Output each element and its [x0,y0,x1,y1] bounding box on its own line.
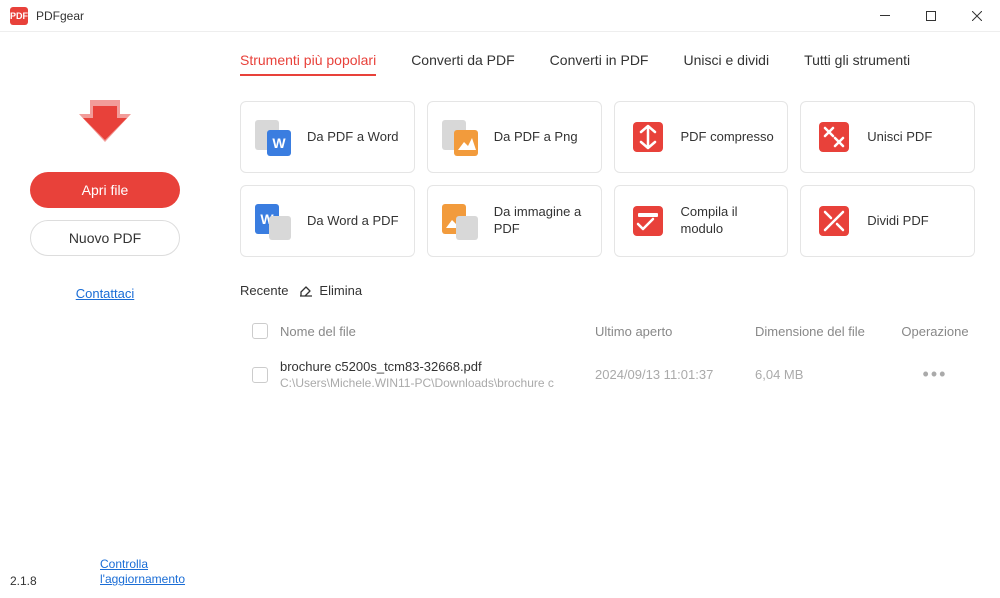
file-size: 6,04 MB [755,367,895,382]
tab-merge-split[interactable]: Unisci e dividi [683,52,769,76]
fill-form-icon [627,200,669,242]
row-checkbox[interactable] [252,367,268,383]
new-pdf-button[interactable]: Nuovo PDF [30,220,180,256]
word-to-pdf-icon: W [253,200,295,242]
version-label: 2.1.8 [10,574,37,588]
contact-link[interactable]: Contattaci [76,286,135,301]
check-update-link[interactable]: Controlla l'aggiornamento [100,557,200,588]
tool-split-pdf[interactable]: Dividi PDF [800,185,975,257]
tab-all-tools[interactable]: Tutti gli strumenti [804,52,910,76]
compress-icon [627,116,669,158]
recent-label: Recente [240,283,288,298]
header-date: Ultimo aperto [595,324,755,339]
tool-label: Da PDF a Png [494,129,578,146]
download-arrow-icon [75,92,135,152]
pdf-to-png-icon [440,116,482,158]
tool-word-to-pdf[interactable]: W Da Word a PDF [240,185,415,257]
recent-header: Recente Elimina [240,282,975,298]
open-file-button[interactable]: Apri file [30,172,180,208]
app-logo: PDF [10,7,28,25]
file-date: 2024/09/13 11:01:37 [595,367,755,382]
header-name: Nome del file [280,324,595,339]
select-all-checkbox[interactable] [252,323,268,339]
tool-merge-pdf[interactable]: Unisci PDF [800,101,975,173]
tool-label: Da PDF a Word [307,129,399,146]
pdf-to-word-icon: W [253,116,295,158]
close-button[interactable] [954,0,1000,32]
file-table: Nome del file Ultimo aperto Dimensione d… [240,313,975,400]
titlebar: PDF PDFgear [0,0,1000,32]
tool-label: Dividi PDF [867,213,928,230]
header-operation: Operazione [895,324,975,339]
tabs: Strumenti più popolari Converti da PDF C… [240,52,975,76]
tool-label: Da immagine a PDF [494,204,589,238]
tool-compress-pdf[interactable]: PDF compresso [614,101,789,173]
merge-icon [813,116,855,158]
image-to-pdf-icon [440,200,482,242]
tool-label: PDF compresso [681,129,774,146]
table-header: Nome del file Ultimo aperto Dimensione d… [240,313,975,349]
tool-label: Compila il modulo [681,204,776,238]
tool-image-to-pdf[interactable]: Da immagine a PDF [427,185,602,257]
tool-label: Da Word a PDF [307,213,399,230]
tab-convert-to-pdf[interactable]: Converti in PDF [550,52,649,76]
tool-grid: W Da PDF a Word Da PDF a Png PDF compres… [240,101,975,257]
minimize-button[interactable] [862,0,908,32]
file-name: brochure c5200s_tcm83-32668.pdf [280,359,595,374]
delete-recent-button[interactable]: Elimina [298,282,362,298]
split-icon [813,200,855,242]
main-content: Strumenti più popolari Converti da PDF C… [210,32,1000,598]
tab-convert-from-pdf[interactable]: Converti da PDF [411,52,514,76]
tab-popular-tools[interactable]: Strumenti più popolari [240,52,376,76]
header-size: Dimensione del file [755,324,895,339]
file-path: C:\Users\Michele.WIN11-PC\Downloads\broc… [280,376,560,390]
tool-fill-form[interactable]: Compila il modulo [614,185,789,257]
tool-pdf-to-png[interactable]: Da PDF a Png [427,101,602,173]
svg-text:W: W [272,135,286,151]
tool-pdf-to-word[interactable]: W Da PDF a Word [240,101,415,173]
more-actions-button[interactable]: ••• [923,364,948,384]
maximize-button[interactable] [908,0,954,32]
table-row[interactable]: brochure c5200s_tcm83-32668.pdf C:\Users… [240,349,975,400]
window-controls [862,0,1000,32]
delete-label: Elimina [319,283,362,298]
tool-label: Unisci PDF [867,129,932,146]
eraser-icon [298,282,314,298]
sidebar: Apri file Nuovo PDF Contattaci 2.1.8 Con… [0,32,210,598]
app-title: PDFgear [36,9,84,23]
